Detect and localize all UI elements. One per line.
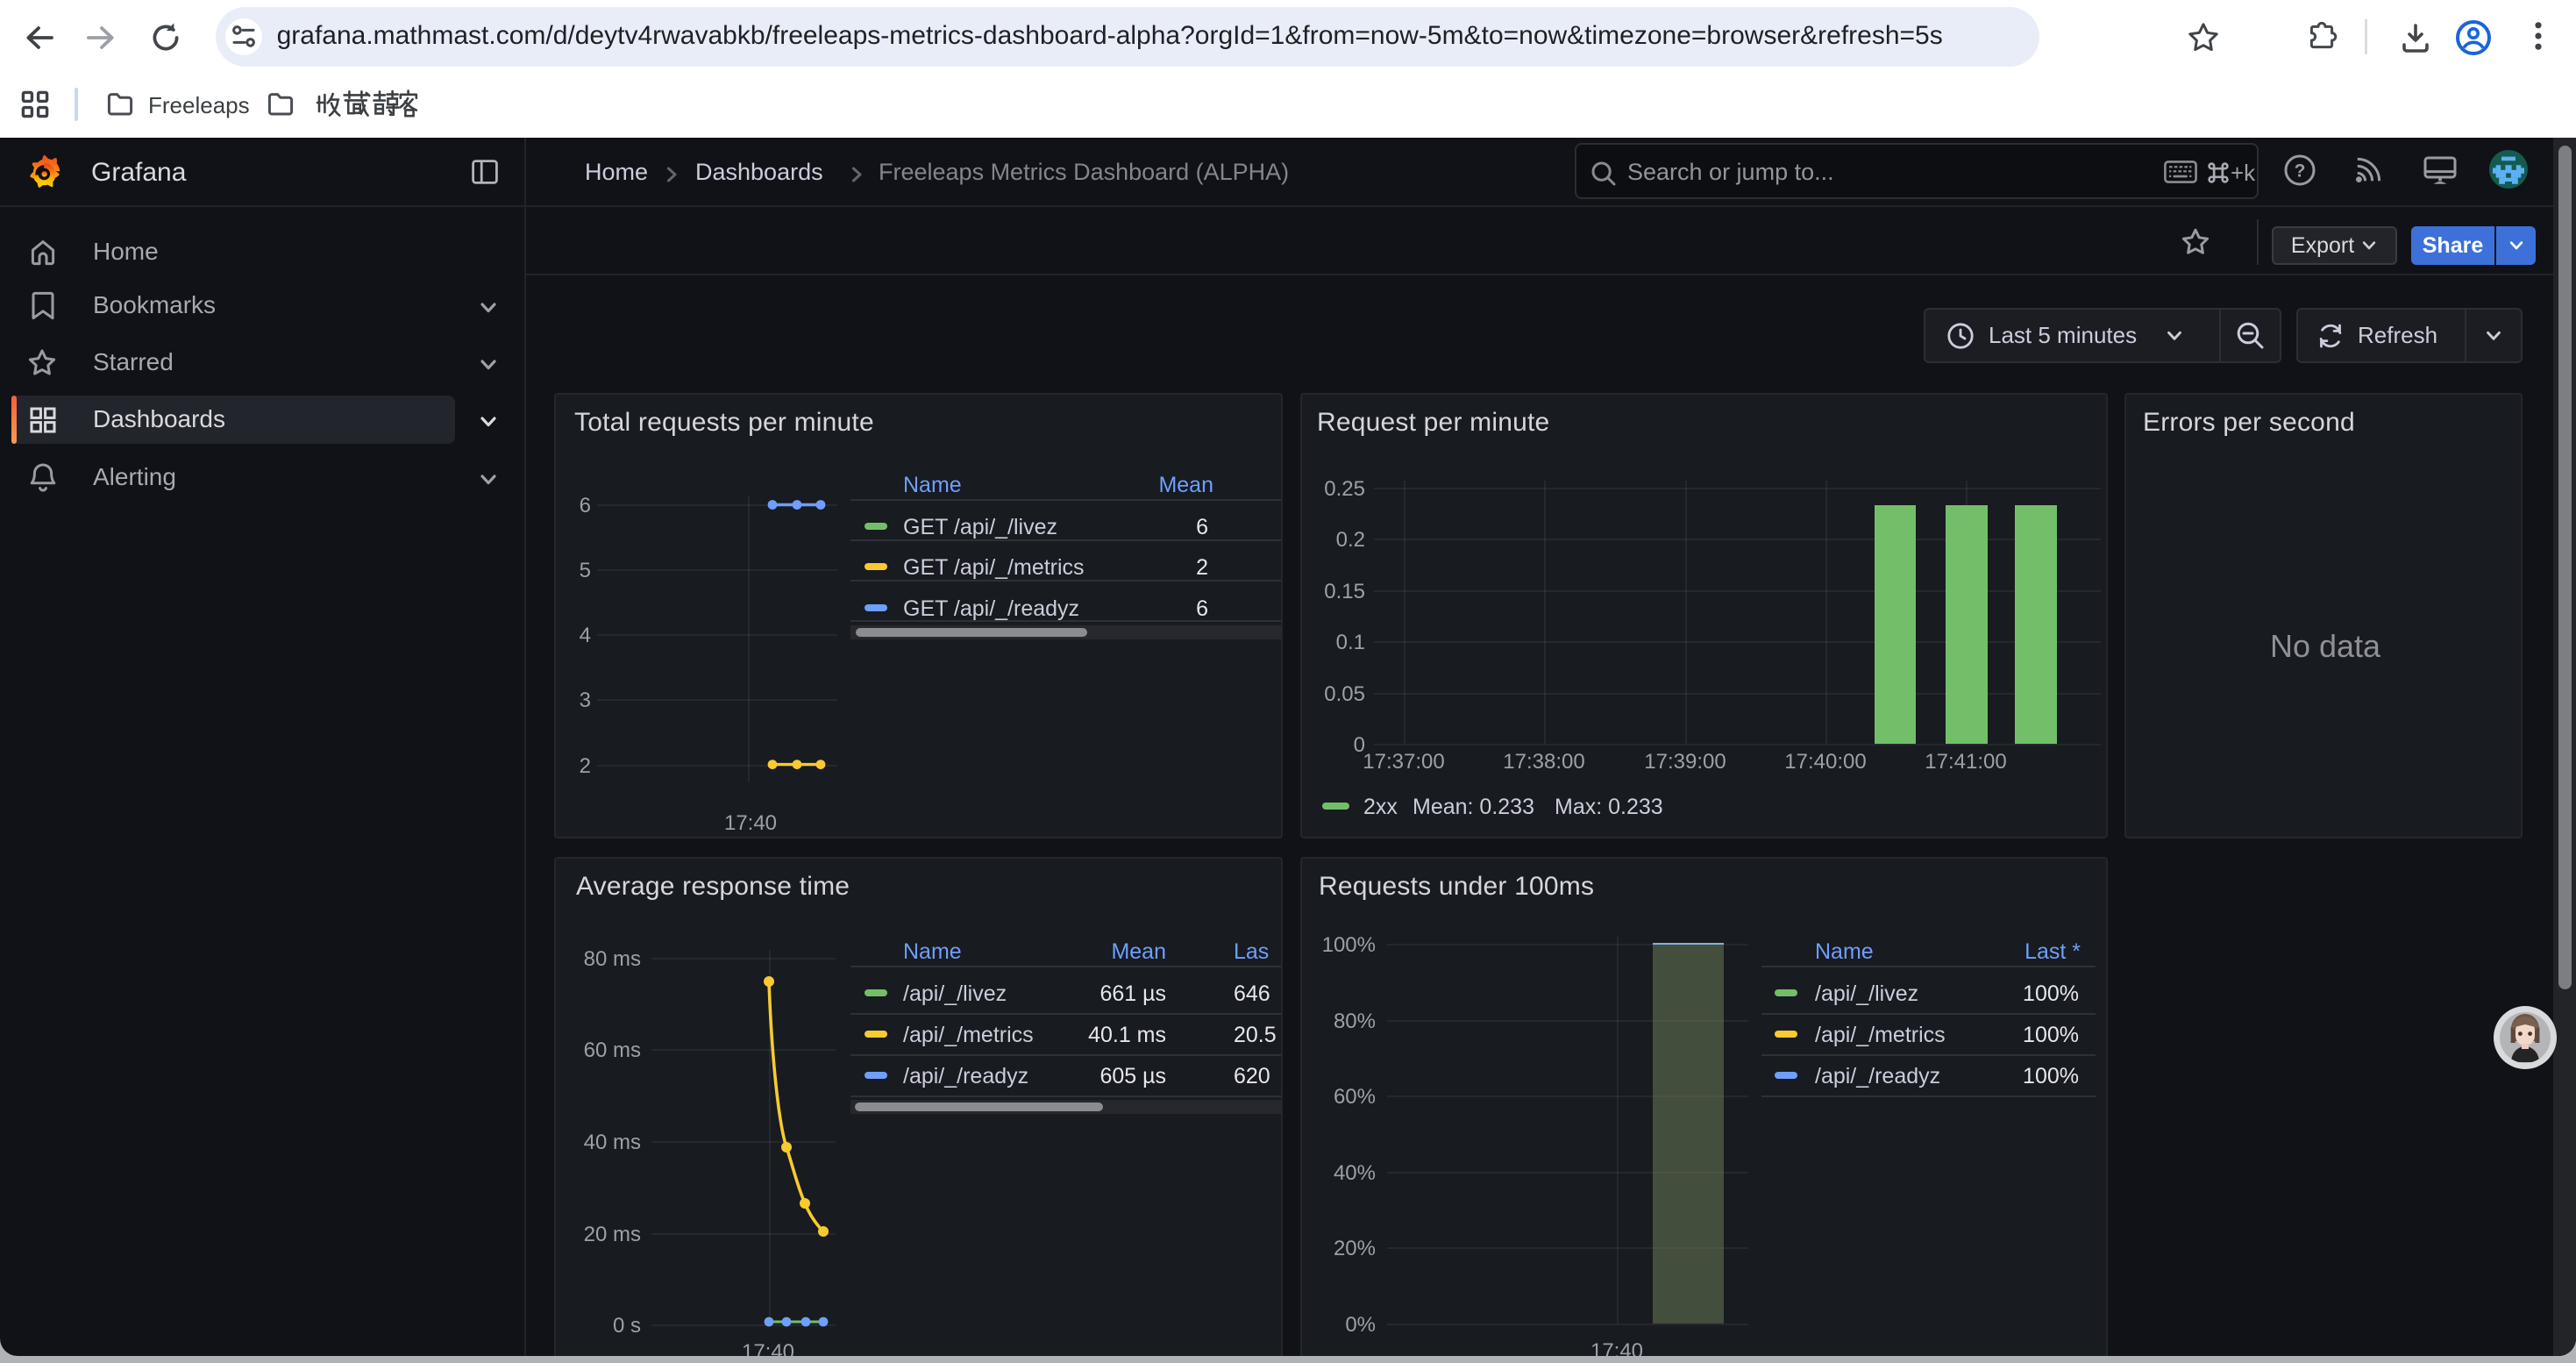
- svg-text:?: ?: [2295, 161, 2306, 181]
